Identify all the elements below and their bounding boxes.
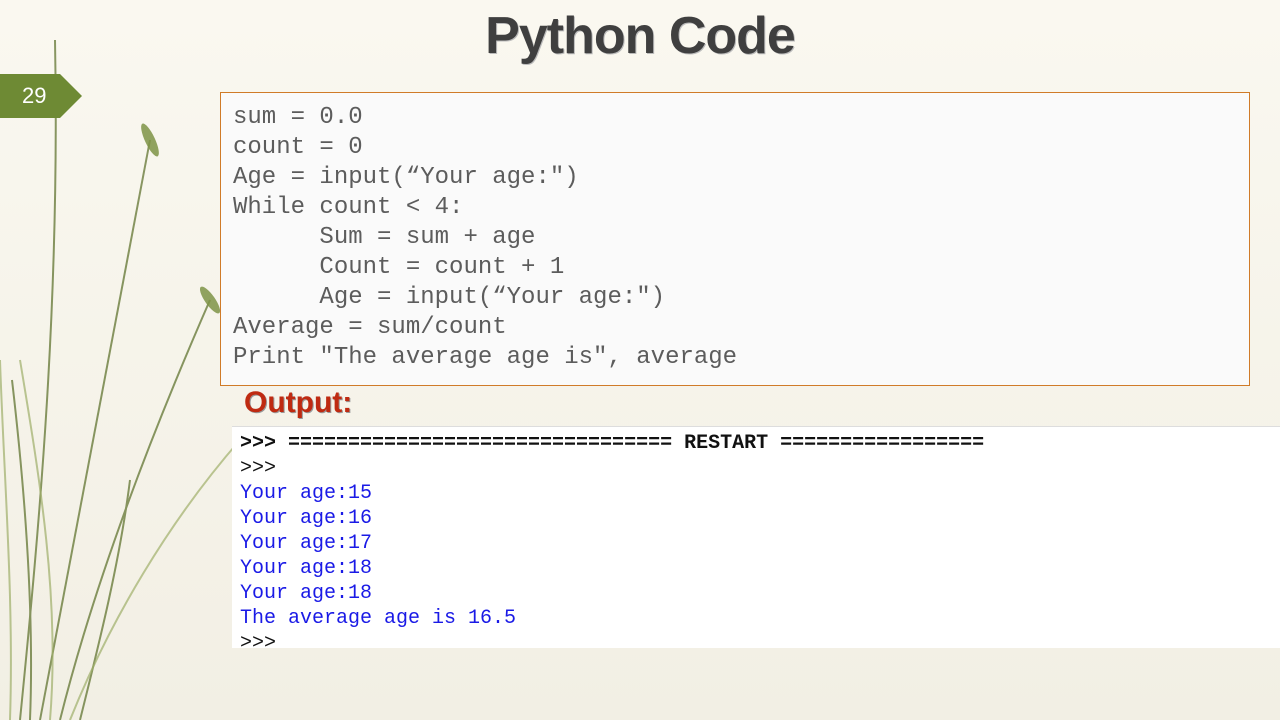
console-line: Your age:18	[240, 556, 1272, 581]
restart-line: >>> ================================ RES…	[240, 431, 1272, 456]
slide-number-badge: 29	[0, 74, 82, 118]
console-line: Your age:18	[240, 581, 1272, 606]
prompt-text: Your age:	[240, 582, 348, 605]
code-line: sum = 0.0	[233, 104, 363, 131]
slide-number: 29	[0, 74, 60, 118]
prompt-text: Your age:	[240, 482, 348, 505]
code-line: Count = count + 1	[233, 254, 564, 281]
user-input: 15	[348, 482, 372, 505]
user-input: 17	[348, 532, 372, 555]
prompt-text: Your age:	[240, 507, 348, 530]
prompt-text: Your age:	[240, 532, 348, 555]
code-line: count = 0	[233, 134, 363, 161]
code-line: Average = sum/count	[233, 314, 507, 341]
code-line: Print "The average age is", average	[233, 344, 737, 371]
arrow-tip-icon	[60, 74, 82, 118]
user-input: 18	[348, 582, 372, 605]
console-line: Your age:15	[240, 481, 1272, 506]
console-line: Your age:16	[240, 506, 1272, 531]
prompt-empty: >>>	[240, 456, 1272, 481]
slide: Python Code 29 sum = 0.0 count = 0 Age =…	[0, 0, 1280, 720]
code-box: sum = 0.0 count = 0 Age = input(“Your ag…	[220, 92, 1250, 386]
code-line: Age = input(“Your age:")	[233, 164, 579, 191]
console-line: Your age:17	[240, 531, 1272, 556]
code-listing: sum = 0.0 count = 0 Age = input(“Your ag…	[233, 103, 1237, 373]
slide-title: Python Code	[0, 6, 1280, 66]
console-output: >>> ================================ RES…	[232, 426, 1280, 648]
prompt-text: Your age:	[240, 557, 348, 580]
code-line: Sum = sum + age	[233, 224, 535, 251]
code-line: Age = input(“Your age:")	[233, 284, 665, 311]
result-line: The average age is 16.5	[240, 606, 1272, 631]
output-label: Output:	[244, 386, 352, 420]
user-input: 18	[348, 557, 372, 580]
code-line: While count < 4:	[233, 194, 463, 221]
prompt-final: >>>	[240, 631, 1272, 648]
user-input: 16	[348, 507, 372, 530]
